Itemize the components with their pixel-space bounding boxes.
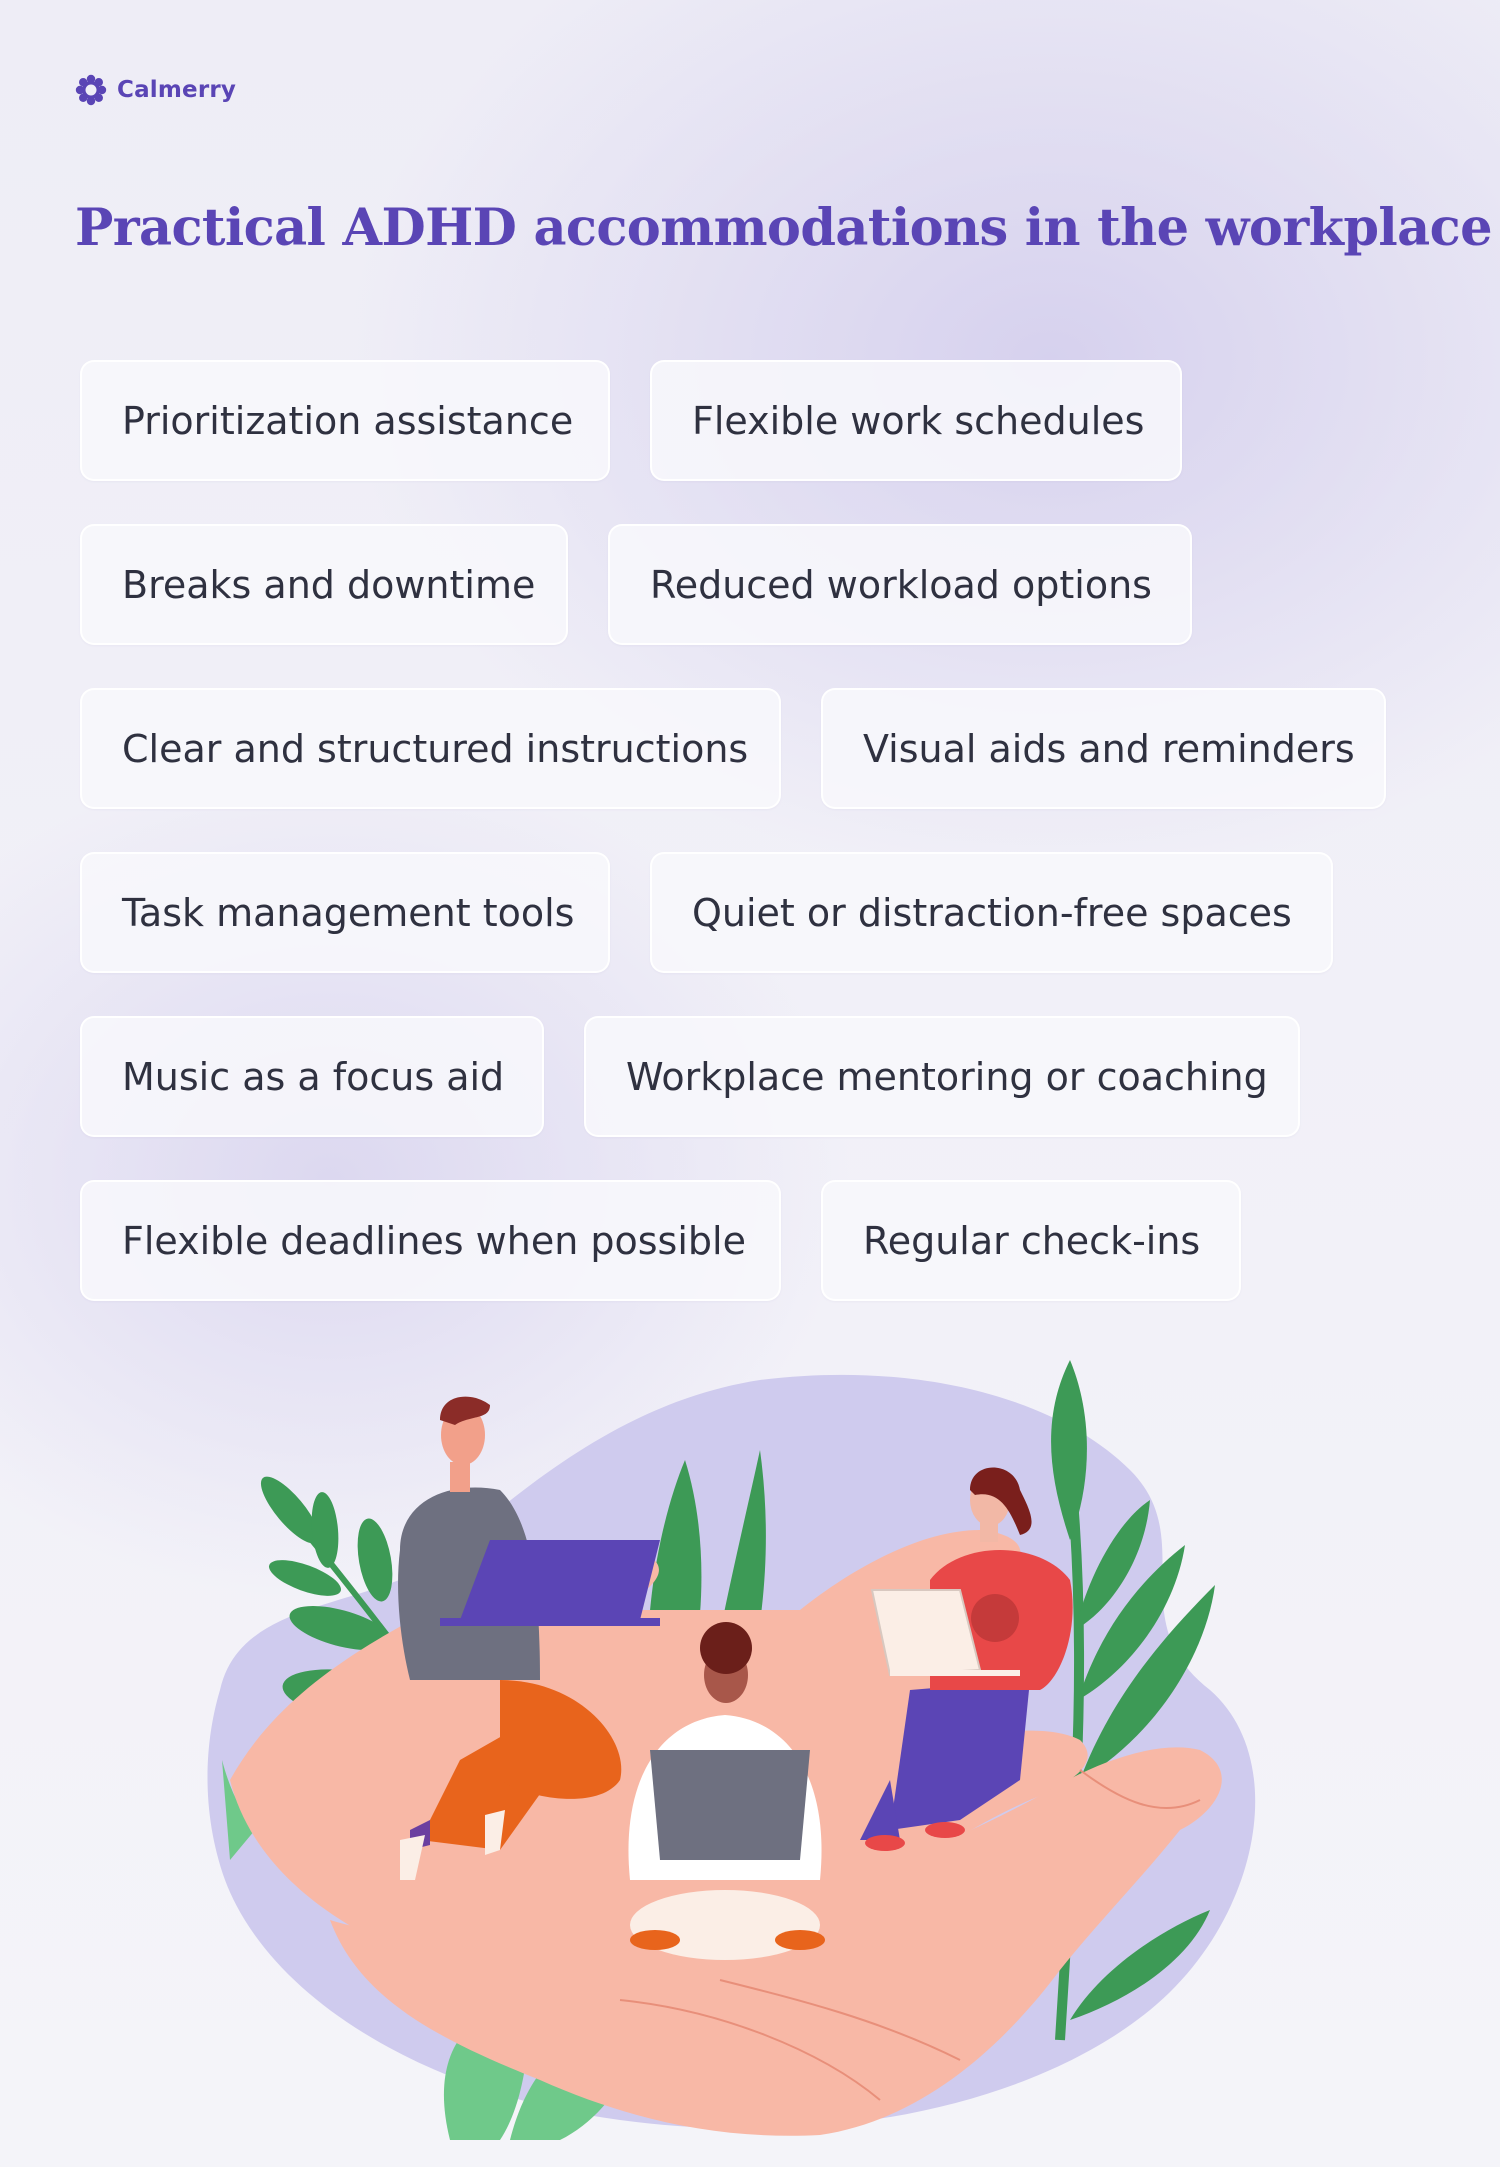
accommodation-pill: Clear and structured instructions bbox=[80, 688, 781, 809]
accommodation-pill: Prioritization assistance bbox=[80, 360, 610, 481]
accommodation-pill: Task management tools bbox=[80, 852, 610, 973]
accommodation-pill: Music as a focus aid bbox=[80, 1016, 544, 1137]
accommodation-pill: Workplace mentoring or coaching bbox=[584, 1016, 1300, 1137]
accommodation-pill: Quiet or distraction-free spaces bbox=[650, 852, 1333, 973]
brand-logo: Calmerry bbox=[75, 74, 236, 106]
accommodation-pill: Flexible deadlines when possible bbox=[80, 1180, 781, 1301]
leaf-icon bbox=[311, 1492, 339, 1568]
flower-logo-icon bbox=[75, 74, 107, 106]
accommodation-pill: Visual aids and reminders bbox=[821, 688, 1386, 809]
accommodation-pill: Breaks and downtime bbox=[80, 524, 568, 645]
accommodation-pill: Flexible work schedules bbox=[650, 360, 1182, 481]
page-title: Practical ADHD accommodations in the wor… bbox=[75, 198, 1493, 258]
hands-and-workers-illustration bbox=[207, 1360, 1256, 2140]
accommodation-pill: Reduced workload options bbox=[608, 524, 1192, 645]
accommodation-pill: Regular check-ins bbox=[821, 1180, 1241, 1301]
brand-name: Calmerry bbox=[117, 77, 237, 103]
